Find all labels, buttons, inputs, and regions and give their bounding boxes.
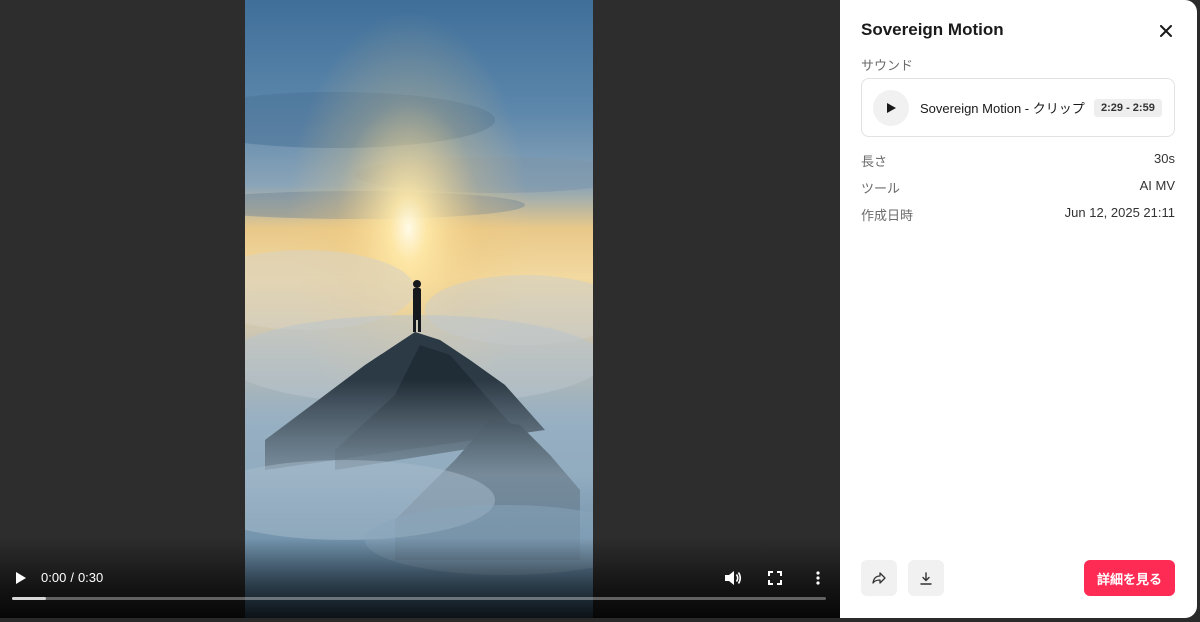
volume-icon	[725, 571, 742, 585]
close-button[interactable]	[1156, 21, 1176, 41]
sound-section-label: サウンド	[861, 58, 914, 73]
sound-play-button[interactable]	[873, 89, 909, 126]
video-thumbnail-image	[245, 0, 593, 618]
sound-time-range: 2:29 - 2:59	[1094, 98, 1162, 117]
fullscreen-icon	[768, 571, 782, 585]
details-panel: Sovereign Motion サウンド Sovereign Motion -…	[840, 0, 1197, 618]
progress-bar[interactable]	[12, 597, 826, 600]
meta-value: Jun 12, 2025 21:11	[1064, 205, 1175, 220]
meta-key: ツール	[861, 181, 901, 196]
video-frame[interactable]	[245, 0, 593, 618]
meta-value: 30s	[1154, 151, 1175, 166]
progress-buffer	[12, 597, 46, 600]
play-button[interactable]	[8, 566, 32, 590]
more-vertical-icon	[816, 571, 820, 585]
download-button[interactable]	[908, 560, 944, 596]
share-icon	[872, 572, 886, 584]
meta-row-tool: ツール AI MV	[861, 178, 1175, 197]
current-time: 0:00	[41, 570, 67, 585]
download-icon	[920, 571, 932, 585]
meta-key: 長さ	[861, 154, 888, 169]
time-separator: /	[70, 570, 74, 585]
sound-card[interactable]: Sovereign Motion - クリップ 2:29 - 2:59	[861, 78, 1175, 137]
share-button[interactable]	[861, 560, 897, 596]
meta-row-created: 作成日時 Jun 12, 2025 21:11	[861, 205, 1175, 224]
meta-key: 作成日時	[861, 208, 914, 223]
video-player[interactable]: 0:00 / 0:30	[0, 0, 840, 618]
meta-value: AI MV	[1139, 178, 1175, 193]
view-details-button[interactable]: 詳細を見る	[1084, 560, 1175, 596]
duration: 0:30	[77, 570, 104, 585]
more-options-button[interactable]	[806, 566, 830, 590]
sound-name: Sovereign Motion - クリップ	[920, 101, 1085, 116]
time-display: 0:00 / 0:30	[41, 570, 103, 585]
close-icon	[1160, 25, 1172, 37]
video-controls: 0:00 / 0:30	[0, 548, 840, 618]
play-icon	[16, 572, 26, 584]
panel-title: Sovereign Motion	[861, 20, 1004, 39]
video-modal: 0:00 / 0:30 Sovereign Motion サウンド Sovere…	[0, 0, 1197, 618]
meta-row-length: 長さ 30s	[861, 151, 1175, 170]
play-icon	[887, 102, 896, 113]
fullscreen-button[interactable]	[763, 566, 787, 590]
volume-button[interactable]	[721, 566, 745, 590]
